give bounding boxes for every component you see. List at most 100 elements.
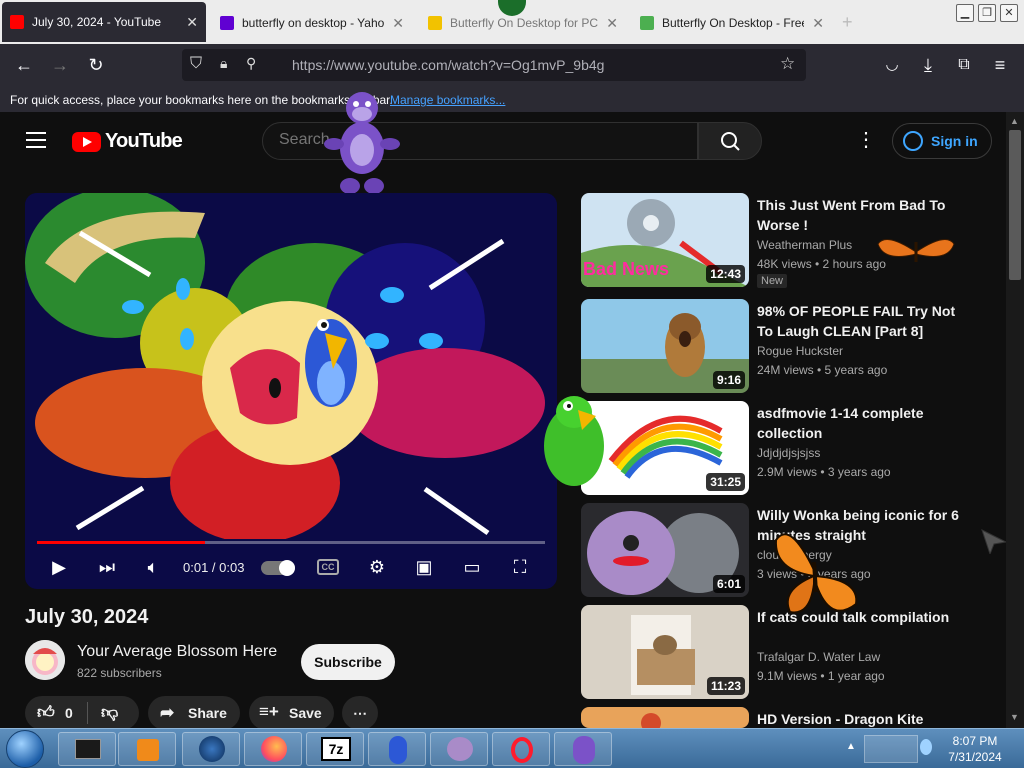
tab-close-icon[interactable]: ✕ — [186, 14, 198, 31]
address-bar[interactable]: ⛉ 🔒︎ ⚲ https://www.youtube.com/watch?v=O… — [182, 49, 806, 81]
channel-avatar[interactable] — [25, 640, 65, 680]
reload-icon[interactable]: ↻ — [84, 53, 108, 77]
tab-close-icon[interactable]: ✕ — [812, 15, 824, 32]
tab-freeware[interactable]: Butterfly On Desktop - Freew ✕ — [632, 4, 832, 42]
recommended-title[interactable]: HD Version - Dragon Kite — [757, 709, 967, 728]
menu-icon[interactable]: ≡ — [988, 53, 1012, 77]
pocket-icon[interactable]: ◡ — [880, 53, 904, 77]
forward-icon[interactable]: → — [48, 53, 72, 77]
sign-in-button[interactable]: Sign in — [892, 123, 992, 159]
new-tab-icon[interactable]: + — [842, 12, 853, 33]
next-icon[interactable]: ⏭ — [95, 555, 119, 579]
taskbar-app-parrot[interactable] — [368, 732, 426, 766]
globe-icon — [199, 736, 225, 762]
channel-name[interactable]: Your Average Blossom Here — [77, 643, 277, 661]
tab-yahoo[interactable]: butterfly on desktop - Yahoo ✕ — [212, 4, 412, 42]
dislike-icon[interactable]: 👎︎ — [101, 702, 118, 723]
recommended-channel[interactable]: Trafalgar D. Water Law — [757, 650, 880, 664]
video-thumbnail[interactable]: Bad News 12:43 — [581, 193, 749, 287]
hamburger-menu-icon[interactable] — [26, 132, 46, 148]
back-icon[interactable]: ← — [12, 53, 36, 77]
lock-icon[interactable]: 🔒︎ — [220, 55, 227, 72]
miniplayer-icon[interactable]: ▣ — [411, 555, 437, 579]
recommended-video[interactable]: 31:25 asdfmovie 1-14 complete collection… — [581, 401, 981, 495]
tab-youtube[interactable]: July 30, 2024 - YouTube ✕ — [2, 2, 206, 42]
taskbar-clock[interactable]: 8:07 PM 7/31/2024 — [940, 733, 1010, 765]
youtube-logo[interactable]: YouTube — [72, 130, 183, 153]
subscriber-count: 822 subscribers — [77, 666, 162, 680]
video-progress-bar[interactable] — [37, 541, 545, 544]
butterfly-sprite-icon — [877, 239, 955, 262]
taskbar-app-opera[interactable] — [492, 732, 550, 766]
tab-close-icon[interactable]: ✕ — [606, 15, 618, 32]
taskbar-app-wonka[interactable] — [430, 732, 488, 766]
video-thumbnail[interactable]: 6:01 — [581, 503, 749, 597]
recommended-meta: 24M views • 5 years ago — [757, 363, 888, 377]
recommended-channel[interactable]: Weatherman Plus — [757, 238, 852, 252]
video-thumbnail[interactable] — [581, 707, 749, 728]
recommended-channel[interactable]: Jdjdjdjsjsjss — [757, 446, 820, 460]
recommended-meta: 48K views • 2 hours ago — [757, 257, 886, 271]
minimize-icon[interactable]: ▁ — [956, 4, 974, 22]
volume-icon[interactable]: 🔈︎ — [141, 555, 165, 579]
more-actions-icon[interactable]: ⋯ — [342, 696, 378, 730]
tray-expand-icon[interactable]: ▲ — [846, 741, 856, 752]
video-player[interactable]: ▶ ⏭ 🔈︎ 0:01 / 0:03 CC ⚙ ▣ ▭ ⛶ — [25, 193, 557, 589]
taskbar-app-terminal[interactable] — [58, 732, 116, 766]
shield-icon[interactable]: ⛉ — [190, 55, 202, 73]
like-icon[interactable]: 👍︎ — [37, 702, 55, 723]
bookmarks-toolbar: For quick access, place your bookmarks h… — [0, 86, 1024, 112]
jellyfish-icon — [447, 737, 473, 761]
tray-volume-icon[interactable] — [920, 739, 932, 755]
start-button[interactable] — [6, 730, 44, 768]
video-duration: 31:25 — [706, 473, 745, 491]
theater-mode-icon[interactable]: ▭ — [459, 555, 485, 579]
extensions-icon[interactable]: ⧉ — [952, 53, 976, 77]
like-count: 0 — [65, 705, 73, 721]
subscribe-button[interactable]: Subscribe — [301, 644, 395, 680]
scroll-down-icon[interactable]: ▼ — [1010, 712, 1019, 722]
recommended-title[interactable]: 98% OF PEOPLE FAIL Try Not To Laugh CLEA… — [757, 301, 967, 341]
taskbar-app-7zip[interactable]: 7z — [306, 732, 364, 766]
close-window-icon[interactable]: ✕ — [1000, 4, 1018, 22]
share-label: Share — [188, 705, 227, 721]
recommended-title[interactable]: asdfmovie 1-14 complete collection — [757, 403, 967, 443]
recommended-title[interactable]: This Just Went From Bad To Worse ! — [757, 195, 967, 235]
tab-close-icon[interactable]: ✕ — [392, 15, 404, 32]
save-button[interactable]: ≡+ Save — [249, 696, 334, 730]
autoplay-toggle[interactable] — [261, 560, 295, 576]
taskbar-app-media-player[interactable] — [118, 732, 176, 766]
captions-icon[interactable]: CC — [317, 559, 339, 575]
recommended-video[interactable]: HD Version - Dragon Kite — [581, 707, 981, 728]
opera-icon — [511, 737, 533, 763]
permissions-icon[interactable]: ⚲ — [246, 55, 256, 72]
play-icon[interactable]: ▶ — [47, 555, 71, 579]
page-scrollbar[interactable]: ▲ ▼ — [1006, 112, 1024, 728]
fullscreen-icon[interactable]: ⛶ — [507, 555, 533, 579]
share-button[interactable]: ➦ Share — [148, 696, 240, 730]
taskbar-app-firefox[interactable] — [244, 732, 302, 766]
search-button[interactable] — [698, 122, 762, 160]
dragon-kite-thumbnail-icon — [581, 707, 749, 728]
settings-gear-icon[interactable]: ⚙ — [365, 555, 389, 579]
taskbar-app-bonzi[interactable] — [554, 732, 612, 766]
recommended-video[interactable]: 9:16 98% OF PEOPLE FAIL Try Not To Laugh… — [581, 299, 981, 393]
tray-network-icon[interactable] — [864, 735, 918, 763]
7zip-icon: 7z — [321, 737, 351, 761]
scroll-thumb[interactable] — [1009, 130, 1021, 280]
restore-icon[interactable]: ❐ — [978, 4, 996, 22]
bookmark-star-icon[interactable]: ☆ — [780, 54, 795, 74]
video-title: July 30, 2024 — [25, 606, 149, 628]
manage-bookmarks-link[interactable]: Manage bookmarks... — [390, 93, 505, 107]
taskbar-app-globe[interactable] — [182, 732, 240, 766]
7zip-label: 7z — [328, 741, 344, 757]
scroll-up-icon[interactable]: ▲ — [1010, 116, 1019, 126]
recommended-channel[interactable]: Rogue Huckster — [757, 344, 843, 358]
video-thumbnail[interactable]: 11:23 — [581, 605, 749, 699]
more-options-icon[interactable]: ⋮ — [856, 130, 876, 152]
youtube-wordmark: YouTube — [105, 130, 183, 152]
video-thumbnail[interactable]: 9:16 — [581, 299, 749, 393]
thumb-text: Bad News — [583, 259, 670, 279]
tab-title: butterfly on desktop - Yahoo — [242, 16, 385, 30]
downloads-icon[interactable]: ⤓ — [916, 53, 940, 77]
